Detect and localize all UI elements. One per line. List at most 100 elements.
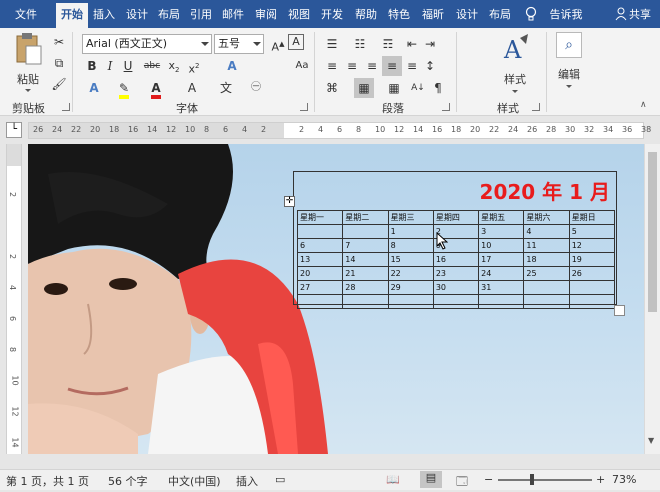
day-cell[interactable]: 20 — [296, 266, 344, 281]
calendar-table[interactable]: 2020 年 1 月 星期一 星期二 星期三 星期四 星期五 星期六 星期日 1… — [293, 171, 617, 309]
day-cell[interactable]: 25 — [523, 266, 570, 281]
tab-mailings[interactable]: 邮件 — [218, 3, 248, 28]
italic-icon[interactable]: I — [100, 56, 120, 76]
enclose-characters-icon[interactable]: ㊀ — [246, 78, 266, 98]
paragraph-launcher-icon[interactable] — [442, 103, 450, 111]
day-cell[interactable]: 17 — [478, 252, 525, 267]
day-cell[interactable]: 3 — [478, 224, 525, 239]
grow-font-icon[interactable]: A▲ — [268, 34, 288, 54]
phonetic-guide-icon[interactable]: 文 — [216, 78, 236, 98]
tab-developer[interactable]: 开发 — [317, 3, 347, 28]
borders-icon[interactable]: ▦ — [384, 78, 404, 98]
zoom-in-icon[interactable]: + — [596, 473, 605, 486]
tab-home[interactable]: 开始 — [56, 3, 88, 28]
character-shading-icon[interactable]: A — [182, 78, 202, 98]
show-marks-icon[interactable]: ¶ — [428, 78, 448, 98]
bullets-icon[interactable]: ☰ — [322, 34, 342, 54]
calendar-grid[interactable]: 星期一 星期二 星期三 星期四 星期五 星期六 星期日 1 2 3 4 5 6 … — [296, 210, 616, 309]
styles-launcher-icon[interactable] — [532, 103, 540, 111]
lightbulb-icon[interactable] — [524, 6, 538, 22]
insert-mode[interactable]: 插入 — [236, 473, 258, 489]
change-case-icon[interactable]: Aa — [292, 56, 312, 76]
paste-button[interactable]: 粘贴 — [10, 32, 46, 94]
day-cell[interactable]: 24 — [478, 266, 525, 281]
day-cell[interactable]: 31 — [478, 280, 525, 295]
superscript-icon[interactable]: x2 — [184, 56, 204, 76]
day-cell[interactable]: 23 — [432, 266, 480, 281]
share-button[interactable]: 共享 — [629, 3, 660, 28]
ruler-track[interactable]: 26 24 22 20 18 16 14 12 10 8 6 4 2 2 4 6 8 10 12 14 16 18 20 22… — [28, 122, 651, 139]
web-layout-icon[interactable]: 🗔 — [456, 473, 468, 492]
day-cell[interactable]: 14 — [342, 252, 389, 267]
underline-icon[interactable]: U — [118, 56, 138, 76]
day-cell[interactable]: 30 — [432, 280, 480, 295]
tab-featured[interactable]: 特色 — [384, 3, 414, 28]
chinese-layout-icon[interactable]: ⌘ — [322, 78, 342, 98]
scroll-up-icon[interactable]: ▼ — [648, 436, 654, 445]
tab-selector-icon[interactable]: └ — [6, 122, 22, 138]
strikethrough-icon[interactable]: abc — [142, 56, 162, 76]
day-cell[interactable]: 12 — [568, 238, 616, 253]
day-cell[interactable] — [478, 294, 525, 309]
align-left-icon[interactable]: ≡ — [322, 56, 342, 76]
sort-icon[interactable]: A↓ — [408, 78, 428, 98]
day-cell[interactable]: 29 — [387, 280, 434, 295]
styles-button[interactable]: A 样式 — [496, 34, 534, 94]
day-cell[interactable]: 6 — [296, 238, 344, 253]
font-size-box[interactable]: 五号 — [214, 34, 264, 54]
day-cell[interactable]: 18 — [523, 252, 570, 267]
day-cell[interactable]: 27 — [296, 280, 344, 295]
day-cell[interactable] — [342, 294, 389, 309]
share-icon[interactable] — [615, 7, 627, 21]
day-cell[interactable]: 21 — [342, 266, 389, 281]
tab-foxit[interactable]: 福昕 — [417, 3, 449, 28]
tab-review[interactable]: 审阅 — [251, 3, 281, 28]
highlight-icon[interactable]: ✎ — [114, 78, 134, 99]
clipboard-launcher-icon[interactable] — [62, 103, 70, 111]
cut-icon[interactable]: ✂ — [49, 32, 69, 52]
day-cell[interactable] — [387, 294, 434, 309]
tab-file[interactable]: 文件 — [6, 3, 46, 28]
day-cell[interactable]: 7 — [342, 238, 389, 253]
numbering-icon[interactable]: ☷ — [350, 34, 370, 54]
bold-icon[interactable]: B — [82, 56, 102, 76]
text-effects-icon[interactable]: A — [222, 56, 242, 76]
day-cell[interactable]: 22 — [387, 266, 434, 281]
collapse-ribbon-icon[interactable]: ∧ — [640, 100, 647, 110]
macro-icon[interactable]: ▭ — [275, 473, 285, 486]
copy-icon[interactable]: ⧉ — [49, 53, 69, 73]
font-name-box[interactable]: Arial (西文正文) — [82, 34, 212, 54]
day-cell[interactable] — [568, 280, 616, 295]
day-cell[interactable]: 1 — [387, 224, 434, 239]
tab-table-layout[interactable]: 布局 — [485, 3, 515, 28]
day-cell[interactable] — [568, 294, 616, 309]
tab-insert[interactable]: 插入 — [89, 3, 119, 28]
day-cell[interactable]: 10 — [478, 238, 525, 253]
tab-layout[interactable]: 布局 — [154, 3, 184, 28]
day-cell[interactable]: 11 — [523, 238, 570, 253]
tell-me-search[interactable]: 告诉我 — [546, 3, 586, 28]
align-right-icon[interactable]: ≡ — [362, 56, 382, 76]
clear-formatting-icon[interactable]: A — [288, 34, 304, 50]
shading-icon[interactable]: ▦ — [354, 78, 374, 98]
word-count[interactable]: 56 个字 — [108, 473, 148, 489]
day-cell[interactable]: 26 — [568, 266, 616, 281]
language-indicator[interactable]: 中文(中国) — [168, 473, 221, 489]
align-center-icon[interactable]: ≡ — [342, 56, 362, 76]
tab-help[interactable]: 帮助 — [351, 3, 381, 28]
justify-icon[interactable]: ≡ — [382, 56, 402, 76]
day-cell[interactable]: 16 — [432, 252, 480, 267]
table-resize-handle-icon[interactable] — [614, 305, 625, 316]
zoom-out-icon[interactable]: − — [484, 473, 493, 486]
day-cell[interactable] — [523, 280, 570, 295]
tab-view[interactable]: 视图 — [284, 3, 314, 28]
day-cell[interactable] — [296, 294, 344, 309]
read-mode-icon[interactable]: 📖 — [386, 473, 400, 486]
text-effects-icon-2[interactable]: A — [84, 78, 104, 98]
day-cell[interactable] — [432, 294, 480, 309]
scrollbar-thumb[interactable] — [648, 152, 657, 312]
increase-indent-icon[interactable]: ⇥ — [420, 34, 440, 54]
editing-button[interactable]: ⌕ 编辑 — [552, 32, 586, 94]
format-painter-icon[interactable]: 🖌 — [49, 74, 69, 94]
table-move-handle-icon[interactable]: ✛ — [284, 196, 295, 207]
